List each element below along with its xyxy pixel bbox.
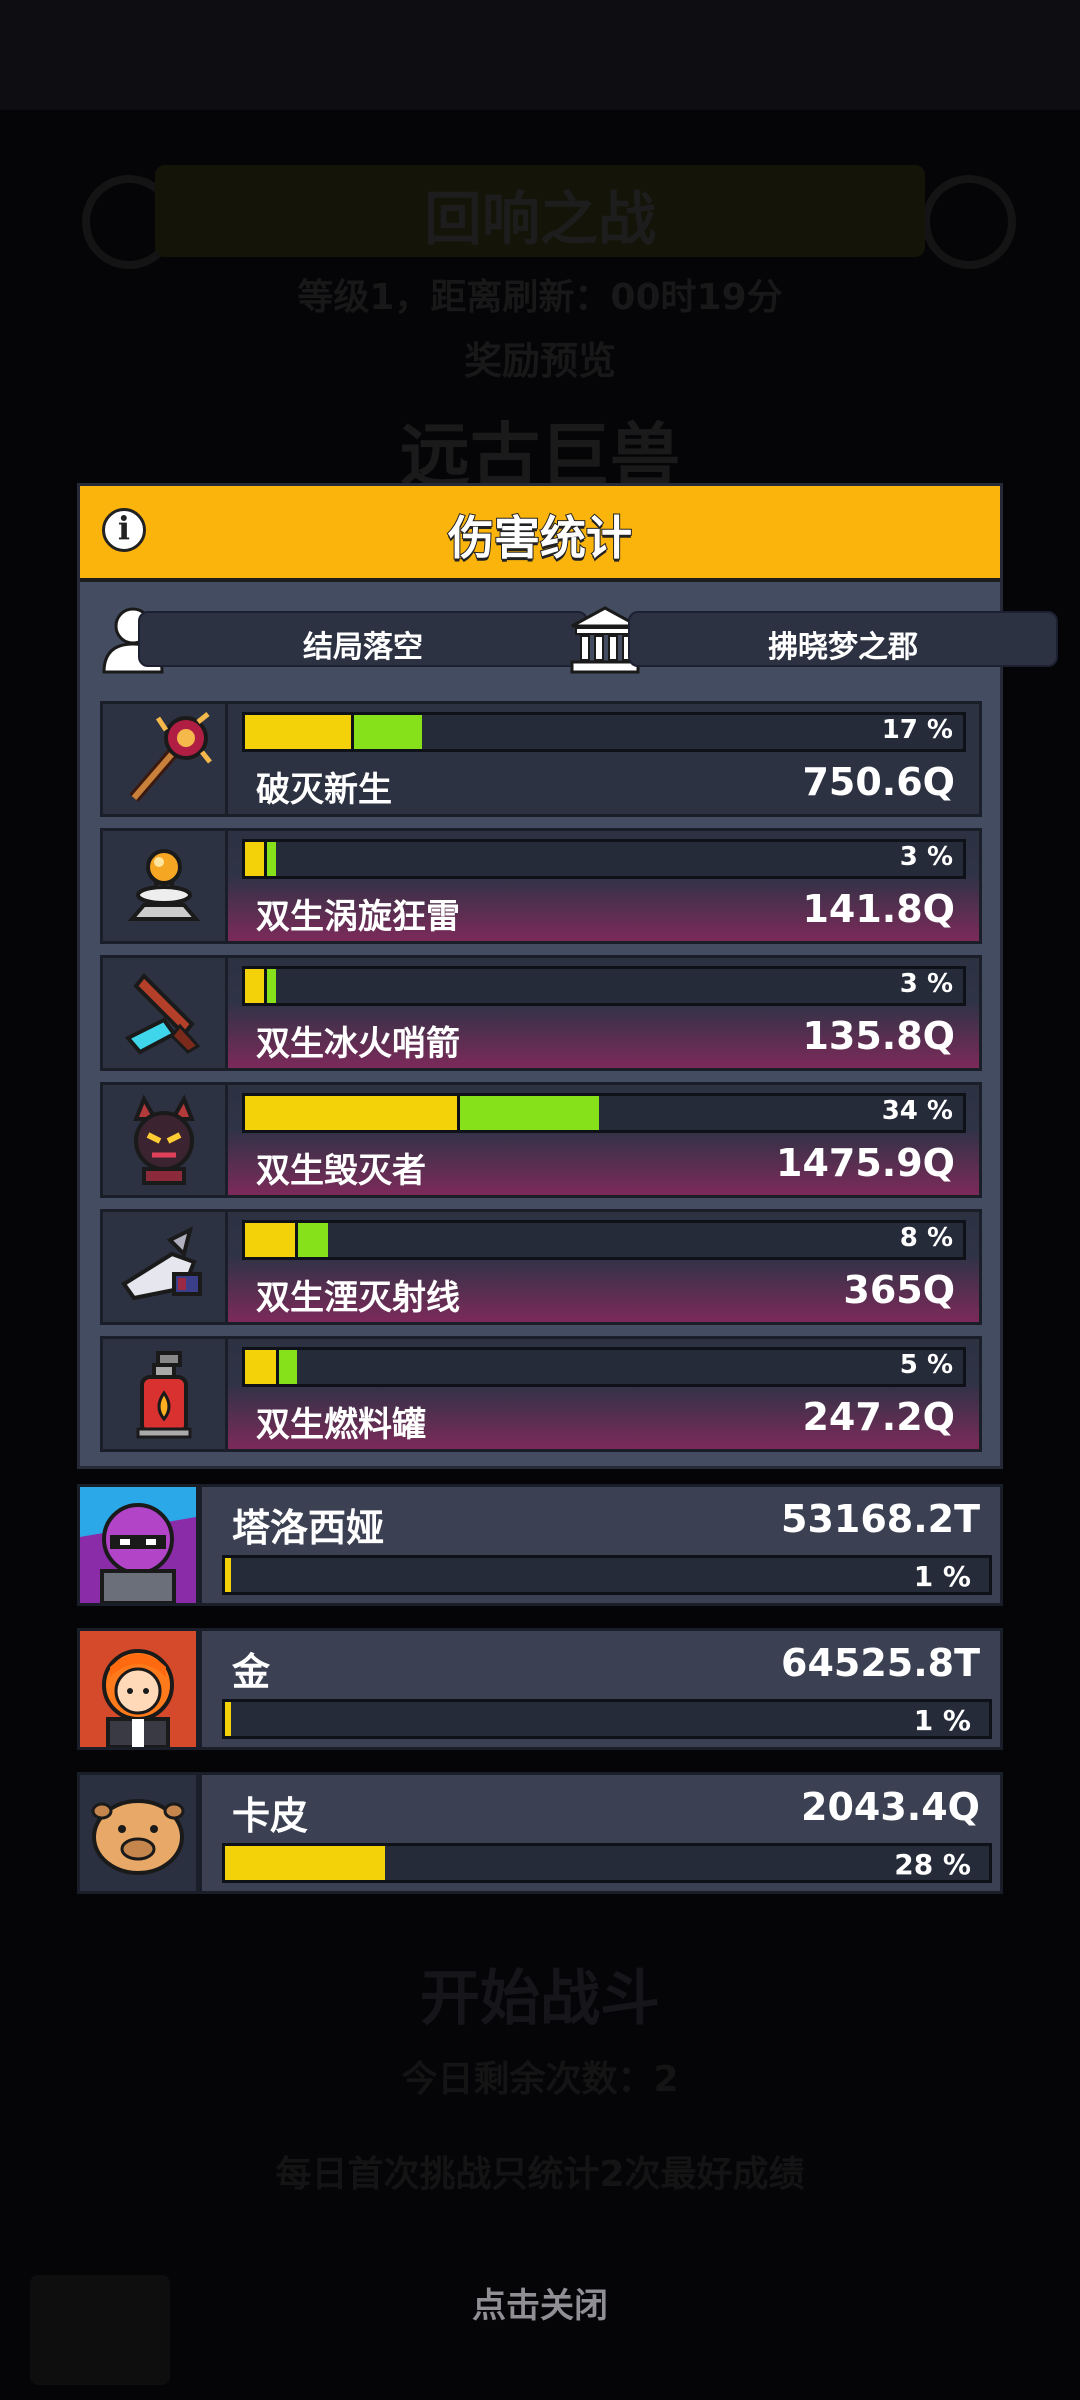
skill-row: 3 % 双生涡旋狂雷 141.8Q [100, 828, 982, 944]
tesla-orb-icon [100, 828, 228, 944]
skill-name: 双生冰火哨箭 [256, 1024, 460, 1064]
skill-damage-value: 141.8Q [802, 887, 955, 931]
skill-body: 17 % 破灭新生 750.6Q [228, 701, 982, 817]
hero-body: 金 64525.8T 1 % [199, 1628, 1003, 1750]
hero-damage-value: 64525.8T [781, 1641, 980, 1685]
destroyer-demon-icon [100, 1082, 228, 1198]
damage-share-bar: 3 % [242, 966, 966, 1006]
skill-percent: 3 % [899, 969, 953, 999]
skill-body: 3 % 双生涡旋狂雷 141.8Q [228, 828, 982, 944]
background-start-label: 开始战斗 [420, 1964, 660, 2034]
bar-fill-bonus [264, 969, 276, 1003]
skill-damage-value: 1475.9Q [776, 1141, 955, 1185]
skill-row: 3 % 双生冰火哨箭 135.8Q [100, 955, 982, 1071]
damage-share-bar: 28 % [222, 1843, 992, 1883]
hero-name: 卡皮 [232, 1794, 309, 1838]
skill-body: 3 % 双生冰火哨箭 135.8Q [228, 955, 982, 1071]
bar-fill-bonus [457, 1096, 599, 1130]
skill-body: 8 % 双生湮灭射线 365Q [228, 1209, 982, 1325]
background-reward-preview: 奖励预览 [463, 339, 616, 383]
hero-name: 塔洛西娅 [232, 1506, 385, 1550]
damage-share-bar: 1 % [222, 1699, 992, 1739]
skill-percent: 8 % [899, 1223, 953, 1253]
skill-percent: 3 % [899, 842, 953, 872]
hero-damage-value: 2043.4Q [801, 1785, 980, 1829]
skill-row: 5 % 双生燃料罐 247.2Q [100, 1336, 982, 1452]
skill-percent: 34 % [881, 1096, 953, 1126]
hero-percent: 1 % [913, 1704, 971, 1737]
player-name: 结局落空 [303, 630, 423, 665]
ice-fire-dart-icon [100, 955, 228, 1071]
bar-fill-bonus [295, 1223, 328, 1257]
bar-fill [225, 1846, 385, 1880]
skill-row: 8 % 双生湮灭射线 365Q [100, 1209, 982, 1325]
skill-damage-value: 247.2Q [802, 1395, 955, 1439]
damage-share-bar: 5 % [242, 1347, 966, 1387]
bar-fill [245, 1096, 457, 1130]
scepter-icon [100, 701, 228, 817]
bar-fill [245, 715, 351, 749]
skill-body: 34 % 双生毁灭者 1475.9Q [228, 1082, 982, 1198]
capybara-hero-icon [77, 1772, 199, 1894]
hero-body: 塔洛西娅 53168.2T 1 % [199, 1484, 1003, 1606]
bar-fill [225, 1702, 231, 1736]
guild-name: 拂晓梦之郡 [768, 630, 918, 665]
damage-share-bar: 8 % [242, 1220, 966, 1260]
damage-share-bar: 1 % [222, 1555, 992, 1595]
fuel-canister-icon [100, 1336, 228, 1452]
skill-name: 双生涡旋狂雷 [256, 897, 460, 937]
skill-damage-value: 365Q [843, 1268, 955, 1312]
skill-percent: 17 % [881, 715, 953, 745]
background-tip: 每日首次挑战只统计2次最好成绩 [275, 2154, 805, 2195]
tap-to-close-hint[interactable]: 点击关闭 [0, 2278, 1080, 2327]
background-title: 回响之战 [423, 185, 656, 253]
skill-row: 34 % 双生毁灭者 1475.9Q [100, 1082, 982, 1198]
hero-row: 塔洛西娅 53168.2T 1 % [77, 1484, 1003, 1606]
damage-share-bar: 3 % [242, 839, 966, 879]
panel-header: i 伤害统计 [80, 486, 1000, 582]
skill-name: 双生湮灭射线 [256, 1278, 460, 1318]
bar-fill [225, 1558, 231, 1592]
bar-fill-bonus [351, 715, 422, 749]
skill-damage-value: 750.6Q [802, 760, 955, 804]
bar-fill-bonus [264, 842, 276, 876]
skill-name: 双生毁灭者 [256, 1151, 426, 1191]
hero-percent: 28 % [894, 1848, 971, 1881]
guild-name-bar: 拂晓梦之郡 [628, 611, 1058, 667]
hero-percent: 1 % [913, 1560, 971, 1593]
redhair-hero-icon [77, 1628, 199, 1750]
hero-damage-value: 53168.2T [781, 1497, 980, 1541]
skill-body: 5 % 双生燃料罐 247.2Q [228, 1336, 982, 1452]
hero-row: 金 64525.8T 1 % [77, 1628, 1003, 1750]
bar-fill [245, 1223, 295, 1257]
hero-row: 卡皮 2043.4Q 28 % [77, 1772, 1003, 1894]
panel-title: 伤害统计 [447, 510, 633, 566]
skill-name: 双生燃料罐 [256, 1405, 426, 1445]
hero-body: 卡皮 2043.4Q 28 % [199, 1772, 1003, 1894]
ray-drone-icon [100, 1209, 228, 1325]
skill-damage-value: 135.8Q [802, 1014, 955, 1058]
background-subtitle: 等级1，距离刷新：00时19分 [297, 277, 783, 318]
background-remaining: 今日剩余次数：2 [401, 2059, 679, 2100]
bar-fill [245, 969, 264, 1003]
skill-name: 破灭新生 [256, 770, 392, 810]
bar-fill [245, 842, 264, 876]
damage-stats-panel: i 伤害统计 结局落空 拂晓梦之郡 17 % 破灭新生 750.6Q 3 % 双生涡旋狂… [77, 483, 1058, 1469]
bar-fill-bonus [276, 1350, 297, 1384]
skill-row: 17 % 破灭新生 750.6Q [100, 701, 982, 817]
ninja-hero-icon [77, 1484, 199, 1606]
bar-fill [245, 1350, 276, 1384]
hero-name: 金 [232, 1650, 271, 1694]
damage-share-bar: 34 % [242, 1093, 966, 1133]
skill-percent: 5 % [899, 1350, 953, 1380]
player-name-bar: 结局落空 [138, 611, 588, 667]
damage-share-bar: 17 % [242, 712, 966, 752]
